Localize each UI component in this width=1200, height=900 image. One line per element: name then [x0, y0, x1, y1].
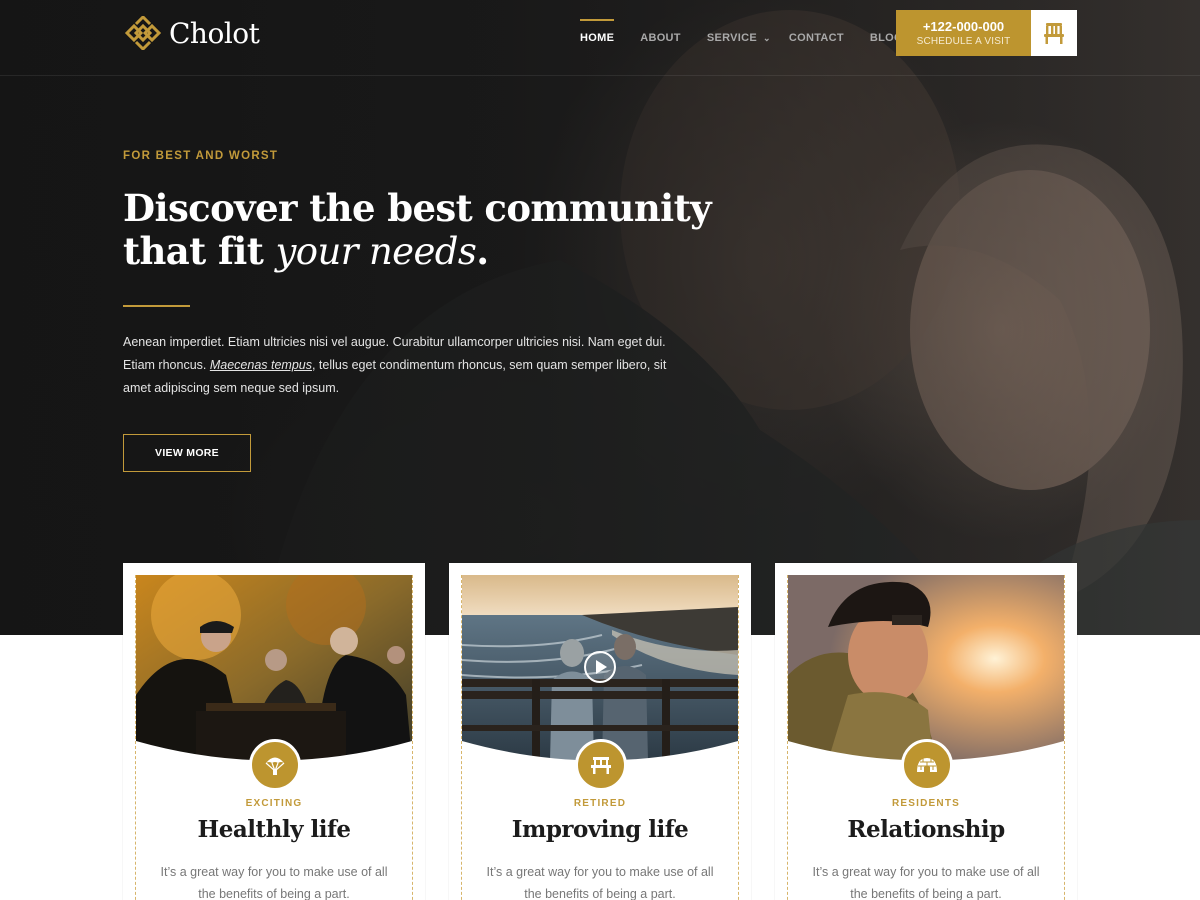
nav-item-home[interactable]: HOME — [580, 0, 615, 76]
nav-item-contact[interactable]: CONTACT — [789, 0, 844, 76]
card-tag: RETIRED — [573, 798, 627, 809]
parachute-icon — [265, 757, 285, 775]
main-nav: HOME ABOUT SERVICE ⌄ CONTACT BLOG ⌄ — [580, 0, 943, 76]
card-tag: EXCITING — [245, 798, 303, 809]
card-title[interactable]: Improving life — [462, 816, 738, 843]
nav-item-label: ABOUT — [640, 32, 681, 44]
cta-label: SCHEDULE A VISIT — [916, 36, 1011, 47]
card-title[interactable]: Relationship — [788, 816, 1064, 843]
headline-italic: your needs — [275, 230, 477, 273]
site-header: Cholot HOME ABOUT SERVICE ⌄ CONTACT BLOG… — [0, 0, 1200, 76]
card-inner: RESIDENTS Relationship It’s a great way … — [787, 575, 1065, 900]
elderly-man-photo — [788, 575, 1064, 761]
card-badge — [249, 739, 301, 791]
schedule-visit-button[interactable]: +122-000-000 SCHEDULE A VISIT — [896, 10, 1031, 56]
view-more-button[interactable]: VIEW MORE — [123, 434, 251, 472]
igloo-icon — [917, 758, 937, 772]
beach-bench-photo — [462, 575, 738, 761]
feature-cards: EXCITING Healthly life It’s a great way … — [0, 563, 1200, 900]
cta-icon-box[interactable] — [1031, 10, 1077, 56]
nav-item-label: HOME — [580, 32, 615, 44]
feature-card[interactable]: RETIRED Improving life It’s a great way … — [449, 563, 751, 900]
bench-icon — [1044, 23, 1064, 44]
card-tag: RESIDENTS — [891, 798, 961, 809]
headline-line-1: Discover the best community — [123, 186, 712, 230]
logo-text: Cholot — [169, 16, 260, 50]
chess-players-photo — [136, 575, 412, 761]
logo-icon — [124, 16, 162, 50]
bench-icon — [591, 757, 611, 774]
card-photo — [136, 575, 412, 761]
card-title[interactable]: Healthly life — [136, 816, 412, 843]
headline-suffix: . — [476, 229, 489, 273]
chevron-down-icon: ⌄ — [763, 32, 771, 43]
hero-headline: Discover the best community that fit you… — [123, 186, 723, 274]
nav-item-service[interactable]: SERVICE ⌄ — [707, 0, 771, 76]
nav-item-label: SERVICE — [706, 32, 758, 44]
card-photo — [462, 575, 738, 761]
card-text: It’s a great way for you to make use of … — [160, 865, 388, 900]
nav-item-label: CONTACT — [788, 32, 844, 44]
card-badge — [575, 739, 627, 791]
card-badge — [901, 739, 953, 791]
divider — [123, 305, 190, 307]
hero-content: FOR BEST AND WORST Discover the best com… — [123, 150, 723, 472]
hero-eyebrow: FOR BEST AND WORST — [123, 150, 279, 162]
feature-card[interactable]: EXCITING Healthly life It’s a great way … — [123, 563, 425, 900]
card-text: It’s a great way for you to make use of … — [812, 865, 1040, 900]
card-photo — [788, 575, 1064, 761]
lead-link[interactable]: Maecenas tempus — [210, 358, 312, 372]
feature-card[interactable]: RESIDENTS Relationship It’s a great way … — [775, 563, 1077, 900]
headline-line-2: that fit — [123, 229, 276, 273]
hero-description: Aenean imperdiet. Etiam ultricies nisi v… — [123, 331, 683, 400]
cta-phone: +122-000-000 — [922, 19, 1005, 34]
card-inner: EXCITING Healthly life It’s a great way … — [135, 575, 413, 900]
nav-item-about[interactable]: ABOUT — [640, 0, 681, 76]
card-inner: RETIRED Improving life It’s a great way … — [461, 575, 739, 900]
card-text: It’s a great way for you to make use of … — [486, 865, 714, 900]
logo[interactable]: Cholot — [123, 16, 260, 50]
